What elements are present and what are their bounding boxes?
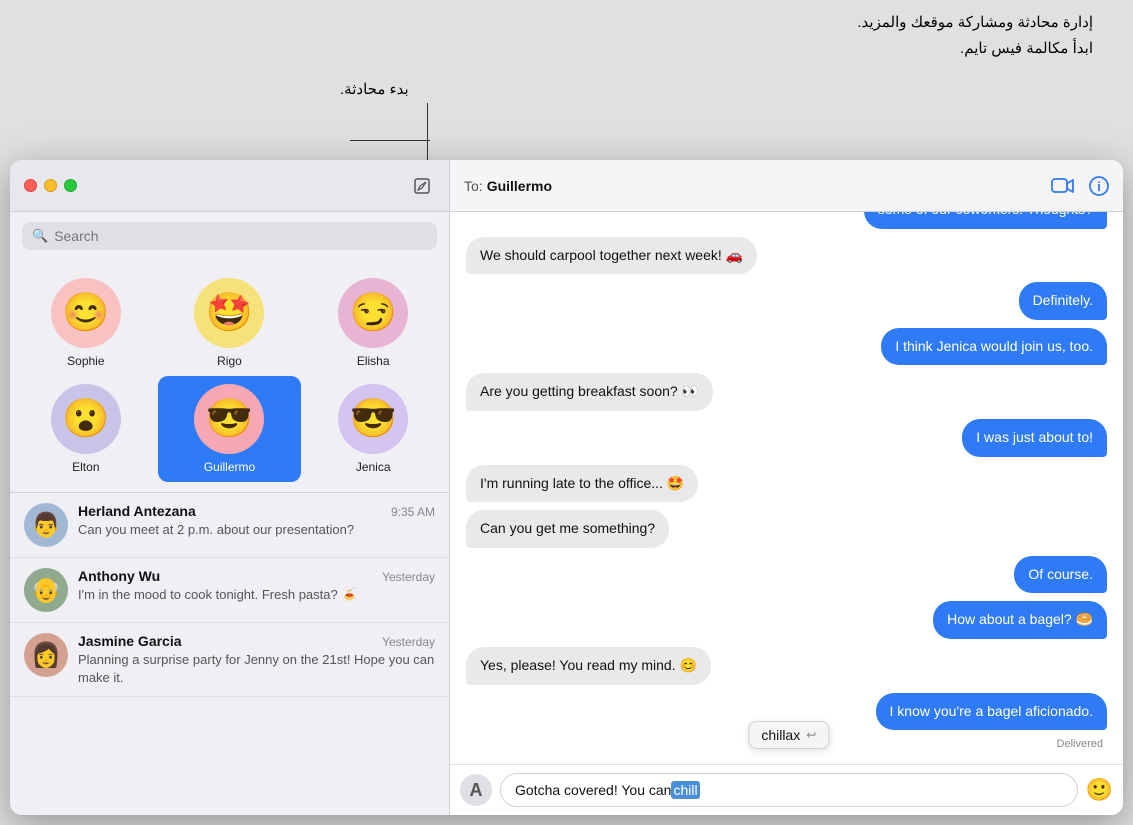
- pinned-contact-elton[interactable]: 😮 Elton: [14, 376, 158, 482]
- message-bubble-m7: I'm running late to the office... 🤩: [466, 465, 698, 503]
- emoji-icon: 🙂: [1086, 777, 1113, 802]
- conversation-list: 👨 Herland Antezana 9:35 AM Can you meet …: [10, 493, 449, 815]
- convo-preview-jasmine: Planning a surprise party for Jenny on t…: [78, 651, 435, 686]
- messages-window: 🔍 😊 Sophie 🤩 Rigo 😏 Elisha 😮 Elton 😎 Gui…: [10, 160, 1123, 815]
- messages-area: some of our coworkers. Thoughts? We shoul…: [450, 212, 1123, 764]
- compose-button[interactable]: [409, 173, 435, 199]
- convo-content-jasmine: Jasmine Garcia Yesterday Planning a surp…: [78, 633, 435, 686]
- message-bubble-m6: I was just about to!: [962, 419, 1107, 457]
- message-bubble-m9: Of course.: [1014, 556, 1107, 594]
- pinned-contact-rigo[interactable]: 🤩 Rigo: [158, 270, 302, 376]
- input-text-before: Gotcha covered! You can: [515, 782, 671, 798]
- message-row-m9: Of course.: [466, 556, 1107, 594]
- convo-name-herland: Herland Antezana: [78, 503, 196, 519]
- message-bubble-m1: some of our coworkers. Thoughts?: [864, 212, 1107, 229]
- convo-avatar-herland: 👨: [24, 503, 68, 547]
- traffic-lights: [24, 179, 77, 192]
- chat-header-actions: i: [1051, 176, 1109, 196]
- convo-preview-herland: Can you meet at 2 p.m. about our present…: [78, 521, 435, 539]
- search-input[interactable]: [54, 228, 427, 244]
- info-button[interactable]: i: [1089, 176, 1109, 196]
- pinned-contact-sophie[interactable]: 😊 Sophie: [14, 270, 158, 376]
- annotation-hline-compose: [350, 140, 430, 141]
- convo-name-jasmine: Jasmine Garcia: [78, 633, 182, 649]
- convo-content-anthony: Anthony Wu Yesterday I'm in the mood to …: [78, 568, 435, 604]
- search-bar: 🔍: [22, 222, 437, 250]
- svg-text:i: i: [1097, 179, 1101, 194]
- message-input-display[interactable]: Gotcha covered! You can chill: [500, 773, 1078, 807]
- pinned-name-elisha: Elisha: [357, 354, 390, 368]
- convo-time-jasmine: Yesterday: [382, 635, 435, 649]
- avatar-guillermo: 😎: [194, 384, 264, 454]
- autocorrect-undo-icon: ↩: [806, 728, 816, 742]
- convo-avatar-anthony: 👴: [24, 568, 68, 612]
- app-store-button[interactable]: A: [460, 774, 492, 806]
- convo-name-anthony: Anthony Wu: [78, 568, 160, 584]
- message-bubble-m5: Are you getting breakfast soon? 👀: [466, 373, 713, 411]
- message-row-m6: I was just about to!: [466, 419, 1107, 457]
- chat-recipient-name: Guillermo: [487, 178, 552, 194]
- pinned-name-guillermo: Guillermo: [204, 460, 255, 474]
- message-row-m10: How about a bagel? 🥯: [466, 601, 1107, 639]
- emoji-button[interactable]: 🙂: [1086, 777, 1113, 803]
- pinned-contact-elisha[interactable]: 😏 Elisha: [301, 270, 445, 376]
- avatar-sophie: 😊: [51, 278, 121, 348]
- input-highlighted-word: chill: [671, 781, 699, 799]
- message-row-m4: I think Jenica would join us, too.: [466, 328, 1107, 366]
- chat-panel: To: Guillermo i some of our c: [450, 160, 1123, 815]
- pinned-contact-guillermo[interactable]: 😎 Guillermo: [158, 376, 302, 482]
- message-row-m2: We should carpool together next week! 🚗: [466, 237, 1107, 275]
- pinned-name-elton: Elton: [72, 460, 99, 474]
- convo-content-herland: Herland Antezana 9:35 AM Can you meet at…: [78, 503, 435, 539]
- autocorrect-suggestion: chillax: [761, 727, 800, 743]
- close-button[interactable]: [24, 179, 37, 192]
- message-row-m11: Yes, please! You read my mind. 😊: [466, 647, 1107, 685]
- message-row-m7: I'm running late to the office... 🤩: [466, 465, 1107, 503]
- facetime-button[interactable]: [1051, 177, 1075, 195]
- annotation-top-left: بدء محادثة.: [340, 80, 409, 98]
- pinned-name-rigo: Rigo: [217, 354, 242, 368]
- message-bubble-m10: How about a bagel? 🥯: [933, 601, 1107, 639]
- conversation-jasmine[interactable]: 👩 Jasmine Garcia Yesterday Planning a su…: [10, 623, 449, 697]
- conversation-herland[interactable]: 👨 Herland Antezana 9:35 AM Can you meet …: [10, 493, 449, 558]
- message-bubble-m3: Definitely.: [1019, 282, 1107, 320]
- maximize-button[interactable]: [64, 179, 77, 192]
- avatar-elisha: 😏: [338, 278, 408, 348]
- pinned-name-sophie: Sophie: [67, 354, 104, 368]
- message-bubble-m2: We should carpool together next week! 🚗: [466, 237, 757, 275]
- sidebar: 🔍 😊 Sophie 🤩 Rigo 😏 Elisha 😮 Elton 😎 Gui…: [10, 160, 450, 815]
- message-row-m3: Definitely.: [466, 282, 1107, 320]
- annotation-line1: إدارة محادثة ومشاركة موقعك والمزيد.: [857, 10, 1093, 36]
- message-row-m8: Can you get me something?: [466, 510, 1107, 548]
- chat-header: To: Guillermo i: [450, 160, 1123, 212]
- message-bubble-m12: I know you're a bagel aficionado.: [876, 693, 1107, 731]
- avatar-rigo: 🤩: [194, 278, 264, 348]
- app-store-icon: A: [470, 780, 483, 801]
- conversation-anthony[interactable]: 👴 Anthony Wu Yesterday I'm in the mood t…: [10, 558, 449, 623]
- convo-preview-anthony: I'm in the mood to cook tonight. Fresh p…: [78, 586, 435, 604]
- avatar-elton: 😮: [51, 384, 121, 454]
- message-bubble-m4: I think Jenica would join us, too.: [881, 328, 1107, 366]
- message-bubble-m8: Can you get me something?: [466, 510, 669, 548]
- convo-avatar-jasmine: 👩: [24, 633, 68, 677]
- annotation-left-label: بدء محادثة.: [340, 80, 409, 98]
- avatar-jenica: 😎: [338, 384, 408, 454]
- autocorrect-popup[interactable]: chillax ↩: [748, 721, 829, 749]
- sidebar-titlebar: [10, 160, 449, 212]
- minimize-button[interactable]: [44, 179, 57, 192]
- chat-input-area: A Gotcha covered! You can chill chillax …: [450, 764, 1123, 815]
- pinned-contact-jenica[interactable]: 😎 Jenica: [301, 376, 445, 482]
- message-bubble-m11: Yes, please! You read my mind. 😊: [466, 647, 711, 685]
- to-label: To:: [464, 178, 483, 194]
- search-icon: 🔍: [32, 228, 48, 244]
- pinned-name-jenica: Jenica: [356, 460, 391, 474]
- pinned-contacts-grid: 😊 Sophie 🤩 Rigo 😏 Elisha 😮 Elton 😎 Guill…: [10, 260, 449, 493]
- convo-time-herland: 9:35 AM: [391, 505, 435, 519]
- convo-time-anthony: Yesterday: [382, 570, 435, 584]
- message-row-m1: some of our coworkers. Thoughts?: [466, 212, 1107, 229]
- annotation-vline-compose-ext: [427, 103, 428, 161]
- annotation-line2: ابدأ مكالمة فيس تايم.: [857, 36, 1093, 62]
- message-row-m5: Are you getting breakfast soon? 👀: [466, 373, 1107, 411]
- annotation-top-right: إدارة محادثة ومشاركة موقعك والمزيد. ابدأ…: [857, 10, 1093, 61]
